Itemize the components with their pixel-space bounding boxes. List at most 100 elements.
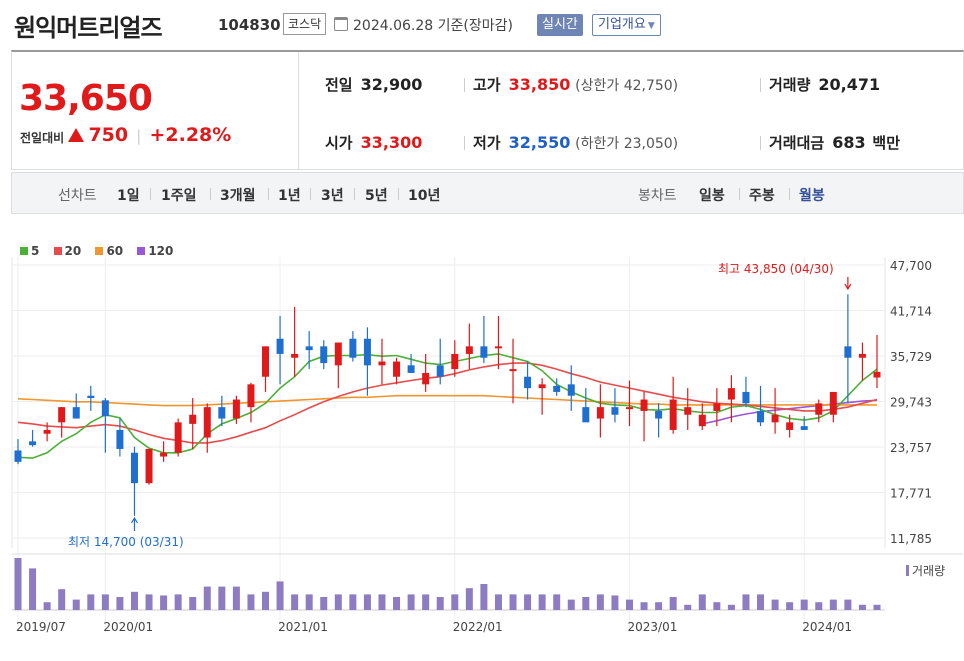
candle-body <box>116 429 124 449</box>
candle-body <box>567 384 575 396</box>
candle-body <box>757 410 765 423</box>
low-arrow <box>130 516 138 531</box>
volume-label: 거래량 <box>769 76 811 94</box>
x-tick-label: 2021/01 <box>278 620 328 634</box>
volume-bar <box>494 594 502 610</box>
candle-body <box>596 407 604 419</box>
candle-body <box>698 414 706 427</box>
caret-down-icon: ▼ <box>647 21 655 31</box>
period-1y[interactable]: 1년 <box>278 185 301 205</box>
quote-panel: 33,650 전일대비 750 | +2.28% 전일 32,900 고가 33,8… <box>11 50 964 170</box>
open-value: 33,300 <box>360 133 423 152</box>
candle-body <box>378 361 386 366</box>
volume-bar <box>844 599 852 610</box>
candle-body <box>422 372 430 385</box>
period-5y[interactable]: 5년 <box>365 185 388 205</box>
high-arrow <box>844 277 852 291</box>
y-tick-label: 29,743 <box>890 396 932 410</box>
prev-close-label: 전일 <box>325 76 353 94</box>
x-tick-label: 2023/01 <box>627 620 677 634</box>
volume-bar <box>363 594 371 610</box>
volume-bar <box>480 584 488 610</box>
amount-unit: 백만 <box>872 134 900 152</box>
y-tick-label: 17,771 <box>890 487 932 501</box>
volume-bar <box>174 594 182 610</box>
y-tick-label: 23,757 <box>890 441 932 455</box>
volume-bar <box>320 597 328 610</box>
candle-body <box>58 407 66 423</box>
y-tick-label: 35,729 <box>890 350 932 364</box>
volume-bar <box>800 599 808 610</box>
prev-close-value: 32,900 <box>360 75 423 94</box>
change-label: 전일대비 <box>20 131 65 145</box>
volume-bar <box>378 594 386 610</box>
volume-bar <box>116 597 124 610</box>
volume-value: 20,471 <box>818 75 881 94</box>
line-chart-label: 선차트 <box>58 188 97 204</box>
volume-bar <box>349 594 357 610</box>
company-overview-label: 기업개요 <box>598 17 646 32</box>
x-tick-label: 2019/07 <box>16 620 66 634</box>
candle-body <box>858 353 866 358</box>
volume-bar <box>14 558 22 610</box>
amount: 거래대금 683 백만 <box>760 132 908 153</box>
y-tick-label: 41,714 <box>890 305 932 319</box>
candle-body <box>436 365 444 377</box>
candle-body <box>174 422 182 453</box>
period-1d[interactable]: 1일 <box>117 185 140 205</box>
volume-bar <box>203 586 211 610</box>
candle-body <box>771 414 779 423</box>
candle-body <box>480 346 488 358</box>
volume-bar <box>451 594 459 610</box>
volume-bar <box>465 588 473 610</box>
volume-bar <box>43 602 51 610</box>
price-chart: 47,700 41,714 35,729 29,743 23,757 17,771 11,7… <box>11 257 963 634</box>
realtime-button[interactable]: 실시간 <box>537 14 583 36</box>
period-10y[interactable]: 10년 <box>408 185 440 205</box>
volume-bar <box>247 594 255 610</box>
divider <box>310 188 311 200</box>
candle-chart-label: 봉차트 <box>638 188 677 204</box>
volume-bar <box>727 604 735 610</box>
period-bar: 선차트 1일 1주일 3개월 1년 3년 5년 10년 봉차트 일봉 주봉 월봉 <box>11 172 964 214</box>
volume-bar <box>87 594 95 610</box>
period-3m[interactable]: 3개월 <box>220 185 256 205</box>
candle-weekly[interactable]: 주봉 <box>749 185 775 205</box>
volume-bar <box>742 594 750 610</box>
volume-bar <box>538 594 546 610</box>
high-label: 고가 <box>473 76 501 94</box>
candle-body <box>130 452 138 484</box>
candle-body <box>451 353 459 370</box>
candle-body <box>713 403 721 411</box>
volume-bar <box>29 568 37 610</box>
volume-bar <box>291 594 299 610</box>
candle-body <box>538 384 546 389</box>
period-3y[interactable]: 3년 <box>321 185 344 205</box>
high-annotation: 최고 43,850 (04/30) <box>718 262 834 276</box>
candle-body <box>742 391 750 404</box>
candle-body <box>582 407 590 423</box>
period-1w[interactable]: 1주일 <box>161 185 197 205</box>
change-row: 전일대비 750 | +2.28% <box>20 124 231 146</box>
company-overview-button[interactable]: 기업개요 ▼ <box>592 14 661 36</box>
candle-body <box>786 422 794 430</box>
candle-body <box>553 385 561 392</box>
volume-bar <box>684 604 692 610</box>
volume-bar <box>524 594 532 610</box>
candle-body <box>334 342 342 366</box>
candle-monthly[interactable]: 월봉 <box>799 185 825 205</box>
candle-body <box>727 388 735 400</box>
candle-body <box>72 407 80 419</box>
candle-body <box>291 353 299 358</box>
volume-bar <box>771 599 779 610</box>
candle-body <box>160 452 168 457</box>
candle-body <box>407 365 415 373</box>
candle-body <box>247 384 255 408</box>
calendar-icon <box>334 17 348 31</box>
open-label: 시가 <box>325 134 353 152</box>
volume-bar <box>189 597 197 610</box>
candle-body <box>203 407 211 438</box>
volume-bar <box>101 594 109 610</box>
divider <box>268 188 269 200</box>
candle-daily[interactable]: 일봉 <box>699 185 725 205</box>
